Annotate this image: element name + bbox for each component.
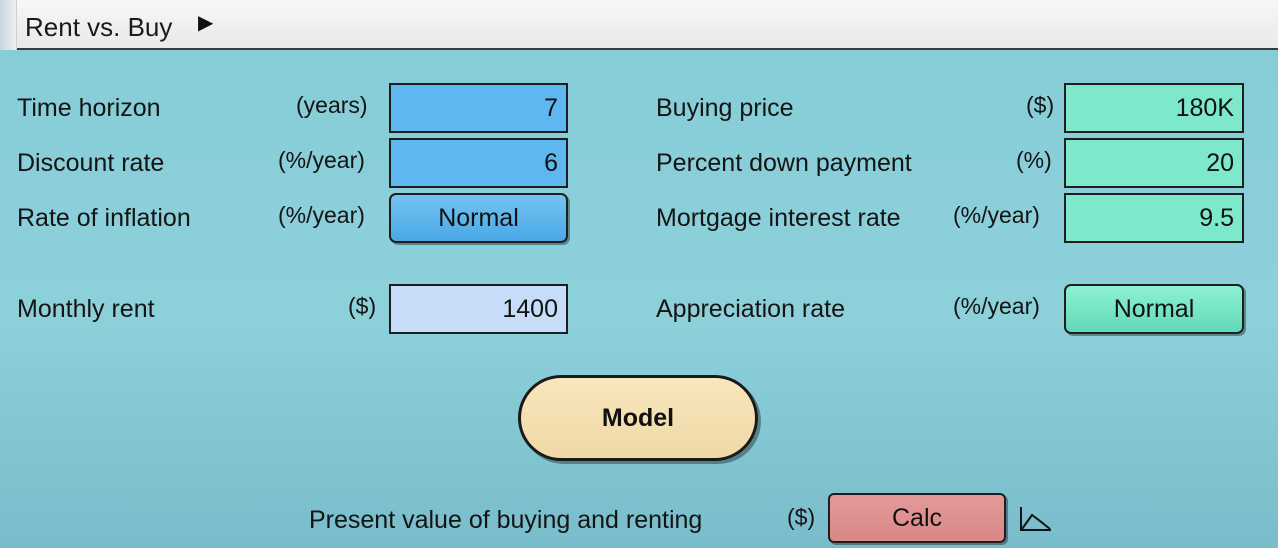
down-payment-unit: (%) bbox=[1016, 147, 1052, 173]
monthly-rent-input[interactable]: 1400 bbox=[389, 284, 568, 334]
model-panel: Time horizon (years) 7 Discount rate (%/… bbox=[0, 50, 1278, 548]
discount-rate-unit: (%/year) bbox=[278, 147, 365, 173]
buying-price-unit: ($) bbox=[1026, 92, 1055, 118]
mortgage-rate-input[interactable]: 9.5 bbox=[1064, 193, 1244, 243]
present-value-unit: ($) bbox=[787, 504, 816, 530]
graph-icon[interactable] bbox=[1018, 505, 1054, 533]
down-payment-label: Percent down payment bbox=[656, 149, 912, 177]
calc-button[interactable]: Calc bbox=[828, 493, 1006, 543]
discount-rate-input[interactable]: 6 bbox=[389, 138, 568, 188]
inflation-button[interactable]: Normal bbox=[389, 193, 568, 243]
time-horizon-unit: (years) bbox=[296, 92, 368, 118]
title-bar: Rent vs. Buy ▶ bbox=[0, 0, 1278, 50]
appreciation-unit: (%/year) bbox=[953, 293, 1040, 319]
inflation-unit: (%/year) bbox=[278, 202, 365, 228]
mortgage-rate-label: Mortgage interest rate bbox=[656, 204, 901, 232]
window-title: Rent vs. Buy bbox=[25, 12, 173, 42]
appreciation-label: Appreciation rate bbox=[656, 295, 846, 323]
buying-price-label: Buying price bbox=[656, 94, 794, 122]
time-horizon-input[interactable]: 7 bbox=[389, 83, 568, 133]
model-button[interactable]: Model bbox=[518, 375, 758, 461]
buying-price-input[interactable]: 180K bbox=[1064, 83, 1244, 133]
monthly-rent-unit: ($) bbox=[348, 293, 377, 319]
expand-arrow-icon[interactable]: ▶ bbox=[198, 10, 213, 35]
mortgage-rate-unit: (%/year) bbox=[953, 202, 1040, 228]
down-payment-input[interactable]: 20 bbox=[1064, 138, 1244, 188]
appreciation-button[interactable]: Normal bbox=[1064, 284, 1244, 334]
inflation-label: Rate of inflation bbox=[17, 204, 191, 232]
tab-notch bbox=[0, 0, 17, 50]
present-value-label: Present value of buying and renting bbox=[309, 506, 703, 534]
monthly-rent-label: Monthly rent bbox=[17, 295, 155, 323]
time-horizon-label: Time horizon bbox=[17, 94, 161, 122]
discount-rate-label: Discount rate bbox=[17, 149, 165, 177]
